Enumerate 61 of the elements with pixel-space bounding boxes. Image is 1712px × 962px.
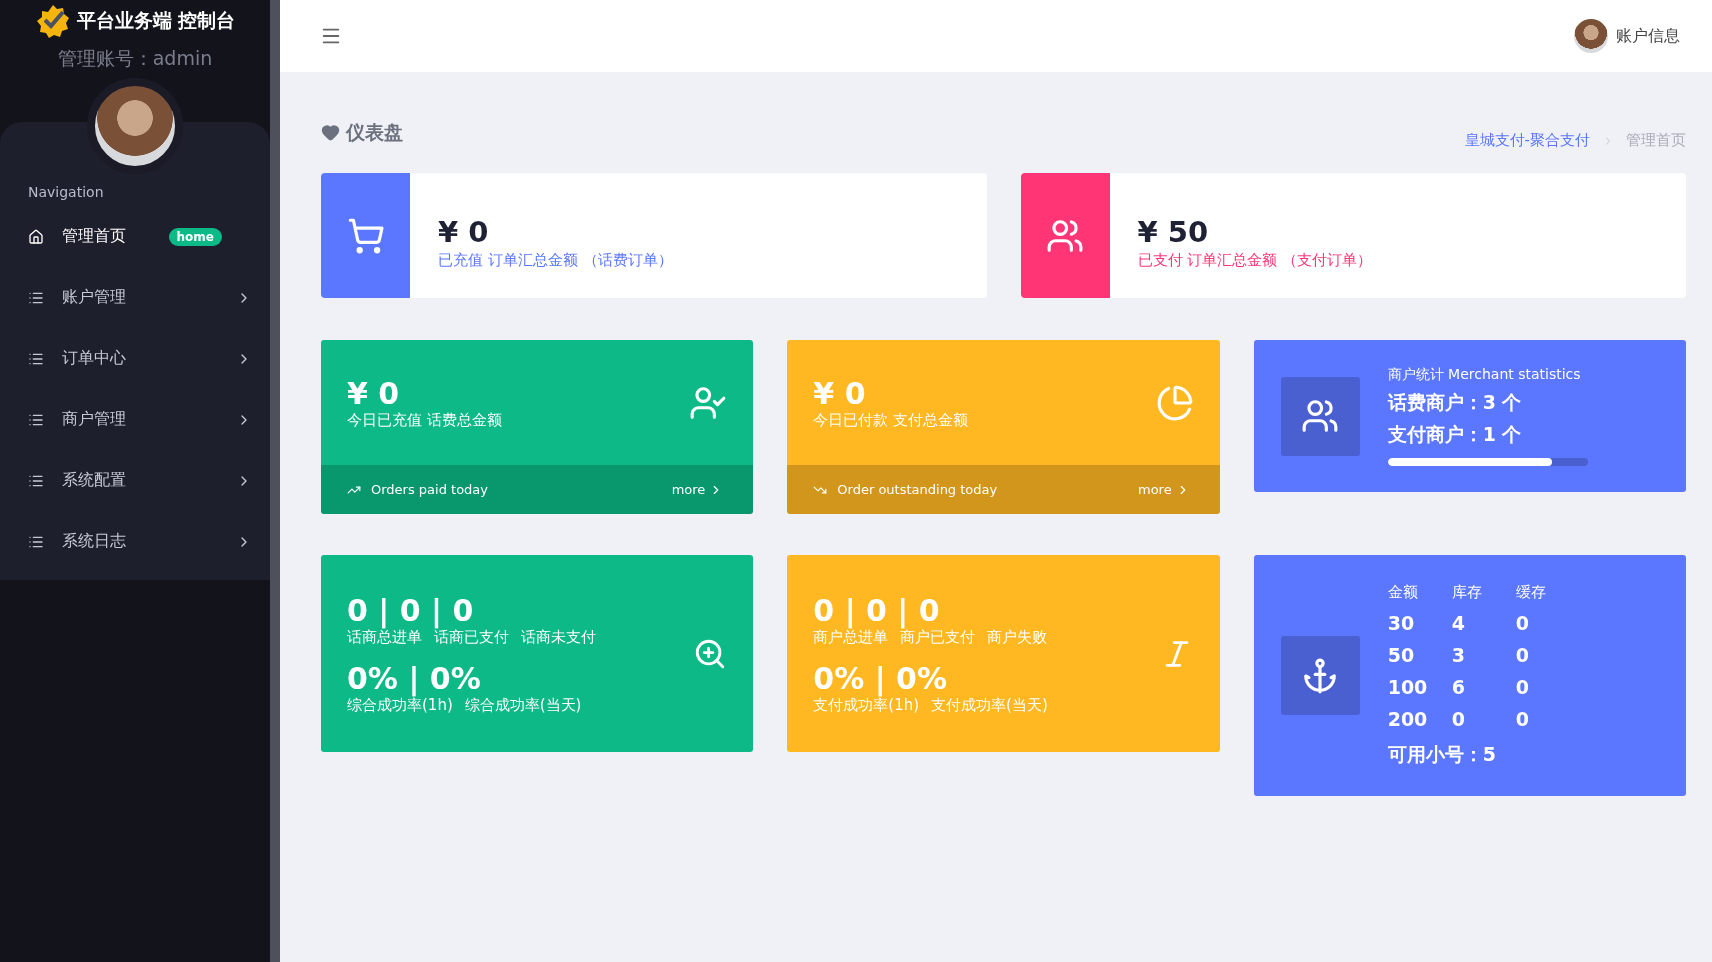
- count-label: 商户总进单: [813, 627, 889, 647]
- breadcrumb-link[interactable]: 皇城支付-聚合支付: [1464, 131, 1590, 150]
- table-cell-text: 0: [1515, 644, 1530, 666]
- table-cell-text: 6: [1451, 676, 1466, 698]
- table-cell-text: 3: [1451, 644, 1466, 666]
- pie-chart-icon: [1155, 383, 1194, 422]
- table-cell-text: 0: [1451, 708, 1466, 730]
- nav-item[interactable]: 管理首页 home: [0, 206, 270, 267]
- users-icon: [1301, 397, 1340, 435]
- count-values: 0 | 0 | 0: [347, 592, 475, 628]
- footer-caption: Orders paid today: [371, 482, 489, 497]
- page-title: 仪表盘: [346, 119, 403, 145]
- rate-label: 支付成功率(当天): [931, 695, 1048, 715]
- amount-label: 已支付 订单汇总金额 （支付订单）: [1137, 251, 1373, 270]
- home-badge: home: [168, 227, 222, 246]
- nav-item[interactable]: 商户管理: [0, 389, 270, 450]
- table-cell-text: 50: [1387, 644, 1416, 666]
- home-icon: [28, 228, 44, 245]
- avatar-image: [1574, 19, 1608, 53]
- column-header: 缓存: [1515, 583, 1547, 602]
- amount-label: 今日已付款 支付总金额: [813, 410, 969, 430]
- count-values: 0 | 0 | 0: [813, 592, 941, 628]
- column-header: 库存: [1451, 583, 1483, 602]
- column-header: 金额: [1387, 583, 1419, 602]
- table-cell-text: 0: [1515, 708, 1530, 730]
- amount-value: ¥ 0: [347, 375, 401, 411]
- table-cell-text: 200: [1387, 708, 1429, 730]
- table-cell-text: 4: [1451, 612, 1466, 634]
- table-cell-text: 0: [1515, 676, 1530, 698]
- amount-value: ¥ 0: [438, 215, 490, 249]
- table-cell-text: 30: [1387, 612, 1416, 634]
- logo-icon: [34, 4, 71, 38]
- nav-item[interactable]: 订单中心: [0, 328, 270, 389]
- footer-caption: Order outstanding today: [837, 482, 998, 497]
- brand-title: 平台业务端 控制台: [76, 8, 236, 33]
- available-accounts: 可用小号：5: [1387, 742, 1497, 767]
- merchant-count: 支付商户：1 个: [1387, 422, 1523, 447]
- rate-values: 0% | 0%: [347, 660, 482, 696]
- more-link[interactable]: more: [671, 482, 724, 497]
- admin-account-label: 管理账号：admin: [57, 46, 213, 71]
- amount-label: 已充值 订单汇总金额 （话费订单）: [438, 251, 673, 270]
- nav-item[interactable]: 账户管理: [0, 267, 270, 328]
- table-cell-text: 0: [1515, 612, 1530, 634]
- count-label: 商户失败: [987, 627, 1048, 647]
- navigation-heading: Navigation: [28, 184, 104, 200]
- amount-value: ¥ 50: [1137, 215, 1210, 249]
- nav-item[interactable]: 系统配置: [0, 450, 270, 511]
- amount-value: ¥ 0: [813, 375, 867, 411]
- count-label: 话商未支付: [521, 627, 596, 647]
- account-info-button[interactable]: 账户信息: [1568, 18, 1686, 54]
- amount-label: 今日已充值 话费总金额: [347, 410, 502, 430]
- rate-values: 0% | 0%: [813, 660, 949, 696]
- merchant-count: 话费商户：3 个: [1387, 390, 1523, 415]
- count-label: 话商已支付: [434, 627, 509, 647]
- table-cell-text: 100: [1387, 676, 1429, 698]
- cart-icon: [346, 216, 385, 255]
- rate-label: 综合成功率(当天): [464, 695, 582, 715]
- count-label: 话商总进单: [347, 627, 422, 647]
- merchant-stats-title: 商户统计 Merchant statistics: [1387, 366, 1582, 384]
- nav-item[interactable]: 系统日志: [0, 511, 270, 572]
- heart-icon: [321, 123, 340, 142]
